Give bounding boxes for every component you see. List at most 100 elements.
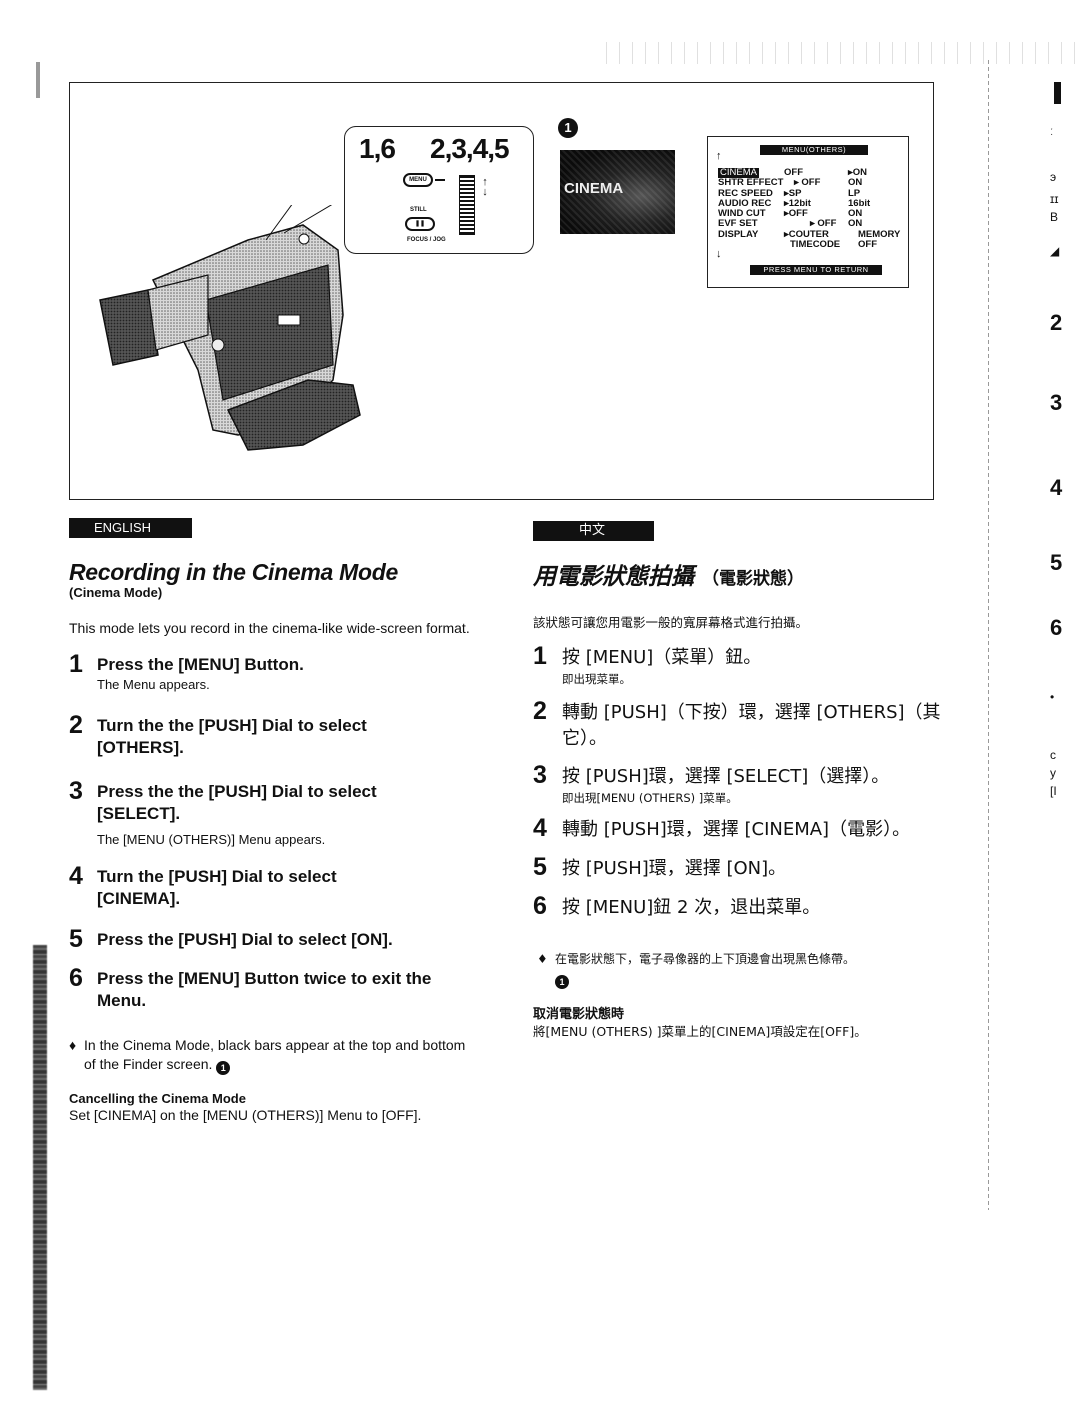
cancel-heading: Cancelling the Cinema Mode <box>69 1091 246 1106</box>
page-title-chinese: 用電影狀態拍攝 （電影狀態） <box>533 562 953 594</box>
step-note: The Menu appears. <box>97 677 210 692</box>
dial-arrows-icon: ↑ ↓ <box>482 176 488 198</box>
next-page-fragment: 6 <box>1050 615 1063 640</box>
step-note: The [MENU (OTHERS)] Menu appears. <box>97 832 326 847</box>
bullet-note: ♦ 在電影狀態下，電子尋像器的上下頂邊會出現黑色條帶。 1 <box>533 949 953 989</box>
menu-rows: CINEMA OFF ▸ON SHTR EFFECT ▸ OFF ON REC … <box>718 168 908 250</box>
next-page-fragment: 2 <box>1050 310 1063 335</box>
page-divider <box>988 60 989 1210</box>
step-item: 5 按 [PUSH]環，選擇 [ON]。 <box>533 853 953 882</box>
next-page-fragment: 4 <box>1050 475 1063 500</box>
english-section: Recording in the Cinema Mode (Cinema Mod… <box>69 557 479 1125</box>
focus-jog-label: FOCUS / JOG <box>407 237 446 243</box>
step-title: Press the [MENU] Button. <box>97 655 304 674</box>
step-item: 3 Press the the [PUSH] Dial to select [S… <box>69 777 479 848</box>
step-item: 4 轉動 [PUSH]環，選擇 [CINEMA]（電影）。 <box>533 814 953 843</box>
step-title: Press the [MENU] Button twice to exit th… <box>97 969 432 1010</box>
camcorder-illustration <box>99 205 361 451</box>
language-tab-english: ENGLISH <box>69 518 192 538</box>
step-item: 1 按 [MENU]（菜單）鈕。 即出現菜單。 <box>533 642 953 688</box>
menu-row-value: OFF <box>858 239 877 251</box>
next-page-fragment: 5 <box>1050 550 1063 575</box>
step-number: 1 <box>533 642 547 670</box>
step-item: 2 轉動 [PUSH]（下按）環，選擇 [OTHERS]（其它）。 <box>533 697 953 752</box>
step-item: 4 Turn the [PUSH] Dial to select [CINEMA… <box>69 862 479 910</box>
language-tab-chinese: 中文 <box>533 521 654 541</box>
callout-steps-dial: 2,3,4,5 <box>430 133 510 164</box>
bullet-icon: ♦ <box>537 952 548 966</box>
step-title: 轉動 [PUSH]（下按）環，選擇 [OTHERS]（其它）。 <box>562 702 941 749</box>
next-page-fragment: y <box>1050 766 1056 780</box>
step-number: 3 <box>69 777 83 805</box>
bullet-note: ♦ In the Cinema Mode, black bars appear … <box>69 1036 479 1075</box>
chinese-section: 用電影狀態拍攝 （電影狀態） 該狀態可讓您用電影一般的寬屏幕格式進行拍攝。 1 … <box>533 562 953 1042</box>
push-dial-illustration <box>459 175 475 235</box>
page-subtitle: (Cinema Mode) <box>69 585 163 600</box>
reference-marker-1: 1 <box>558 118 578 138</box>
intro-text: 該狀態可讓您用電影一般的寬屏幕格式進行拍攝。 <box>533 615 809 630</box>
menu-others-screen: MENU(OTHERS) ↑ CINEMA OFF ▸ON SHTR EFFEC… <box>707 136 909 288</box>
reference-marker-1: 1 <box>555 975 569 989</box>
arrow-down-icon: ↓ <box>716 248 722 260</box>
step-title: 按 [MENU]鈕 2 次，退出菜單。 <box>562 897 821 918</box>
next-page-fragment: [I <box>1050 784 1057 798</box>
step-number: 6 <box>533 892 547 920</box>
title-main: 用電影狀態拍攝 <box>533 564 694 590</box>
title-suffix: （電影狀態） <box>702 569 805 589</box>
step-item: 6 Press the [MENU] Button twice to exit … <box>69 964 479 1012</box>
menu-row-label: EVF SET <box>718 218 758 230</box>
menu-row-label: DISPLAY <box>718 228 759 240</box>
step-title: Press the the [PUSH] Dial to select [SEL… <box>97 782 377 823</box>
scan-binding-shadow <box>33 945 47 1390</box>
next-page-fragment: 3 <box>1050 390 1063 415</box>
still-label: STILL <box>410 207 427 213</box>
leader-line <box>435 179 445 181</box>
step-number: 4 <box>69 862 83 890</box>
controls-callout: 1,6 2,3,4,5 MENU STILL ❚❚ ↑ ↓ FOCUS / JO… <box>344 126 534 254</box>
reference-marker-1: 1 <box>216 1061 231 1075</box>
step-note: 即出現[MENU (OTHERS) ]菜單。 <box>562 791 738 805</box>
scan-noise <box>600 42 1080 64</box>
cancel-text: 將[MENU (OTHERS) ]菜單上的[CINEMA]項設定在[OFF]。 <box>533 1024 867 1039</box>
menu-footer: PRESS MENU TO RETURN <box>750 265 882 275</box>
step-number: 1 <box>69 650 83 678</box>
cancel-text: Set [CINEMA] on the [MENU (OTHERS)] Menu… <box>69 1107 422 1123</box>
step-title: 按 [PUSH]環，選擇 [SELECT]（選擇）。 <box>562 766 890 787</box>
cancel-heading: 取消電影狀態時 <box>533 1007 625 1022</box>
bullet-text: In the Cinema Mode, black bars appear at… <box>84 1037 466 1072</box>
step-note: 即出現菜單。 <box>562 672 631 686</box>
step-number: 6 <box>69 964 83 992</box>
step-item: 6 按 [MENU]鈕 2 次，退出菜單。 <box>533 892 953 921</box>
next-page-fragment: B <box>1050 210 1059 224</box>
page-title: Recording in the Cinema Mode <box>69 559 398 585</box>
next-page-fragment: э <box>1050 170 1057 184</box>
finder-cinema-text: CINEMA <box>564 180 624 197</box>
step-number: 2 <box>69 711 83 739</box>
step-number: 2 <box>533 697 547 725</box>
next-page-fragment: • <box>1050 690 1055 704</box>
step-item: 5 Press the [PUSH] Dial to select [ON]. <box>69 925 479 953</box>
step-number: 5 <box>69 925 83 953</box>
menu-row-value: ON <box>848 177 863 189</box>
step-item: 2 Turn the the [PUSH] Dial to select [OT… <box>69 711 479 759</box>
next-page-fragment: c <box>1050 748 1056 762</box>
menu-button-illustration: MENU <box>403 173 433 187</box>
step-item: 1 Press the [MENU] Button. The Menu appe… <box>69 650 479 693</box>
step-title: 按 [MENU]（菜單）鈕。 <box>562 647 762 668</box>
next-page-fragment: ː <box>1050 124 1054 138</box>
menu-row-value: TIMECODE <box>790 239 841 251</box>
menu-title: MENU(OTHERS) <box>760 145 868 155</box>
step-title: 按 [PUSH]環，選擇 [ON]。 <box>562 858 787 879</box>
step-number: 5 <box>533 853 547 881</box>
bullet-text: 在電影狀態下，電子尋像器的上下頂邊會出現黑色條帶。 <box>555 952 856 966</box>
next-page-fragment: ◢ <box>1050 244 1060 258</box>
step-number: 4 <box>533 814 547 842</box>
callout-steps-menu: 1,6 <box>359 133 396 164</box>
step-title: Turn the the [PUSH] Dial to select [OTHE… <box>97 716 367 757</box>
next-page-tab-marker <box>1054 82 1061 104</box>
bullet-icon: ♦ <box>69 1037 77 1053</box>
menu-row-value: ON <box>848 218 863 230</box>
steps-list: 1 Press the [MENU] Button. The Menu appe… <box>69 650 479 1012</box>
menu-row-value: ▸ OFF <box>810 218 837 230</box>
step-item: 3 按 [PUSH]環，選擇 [SELECT]（選擇）。 即出現[MENU (O… <box>533 761 953 807</box>
